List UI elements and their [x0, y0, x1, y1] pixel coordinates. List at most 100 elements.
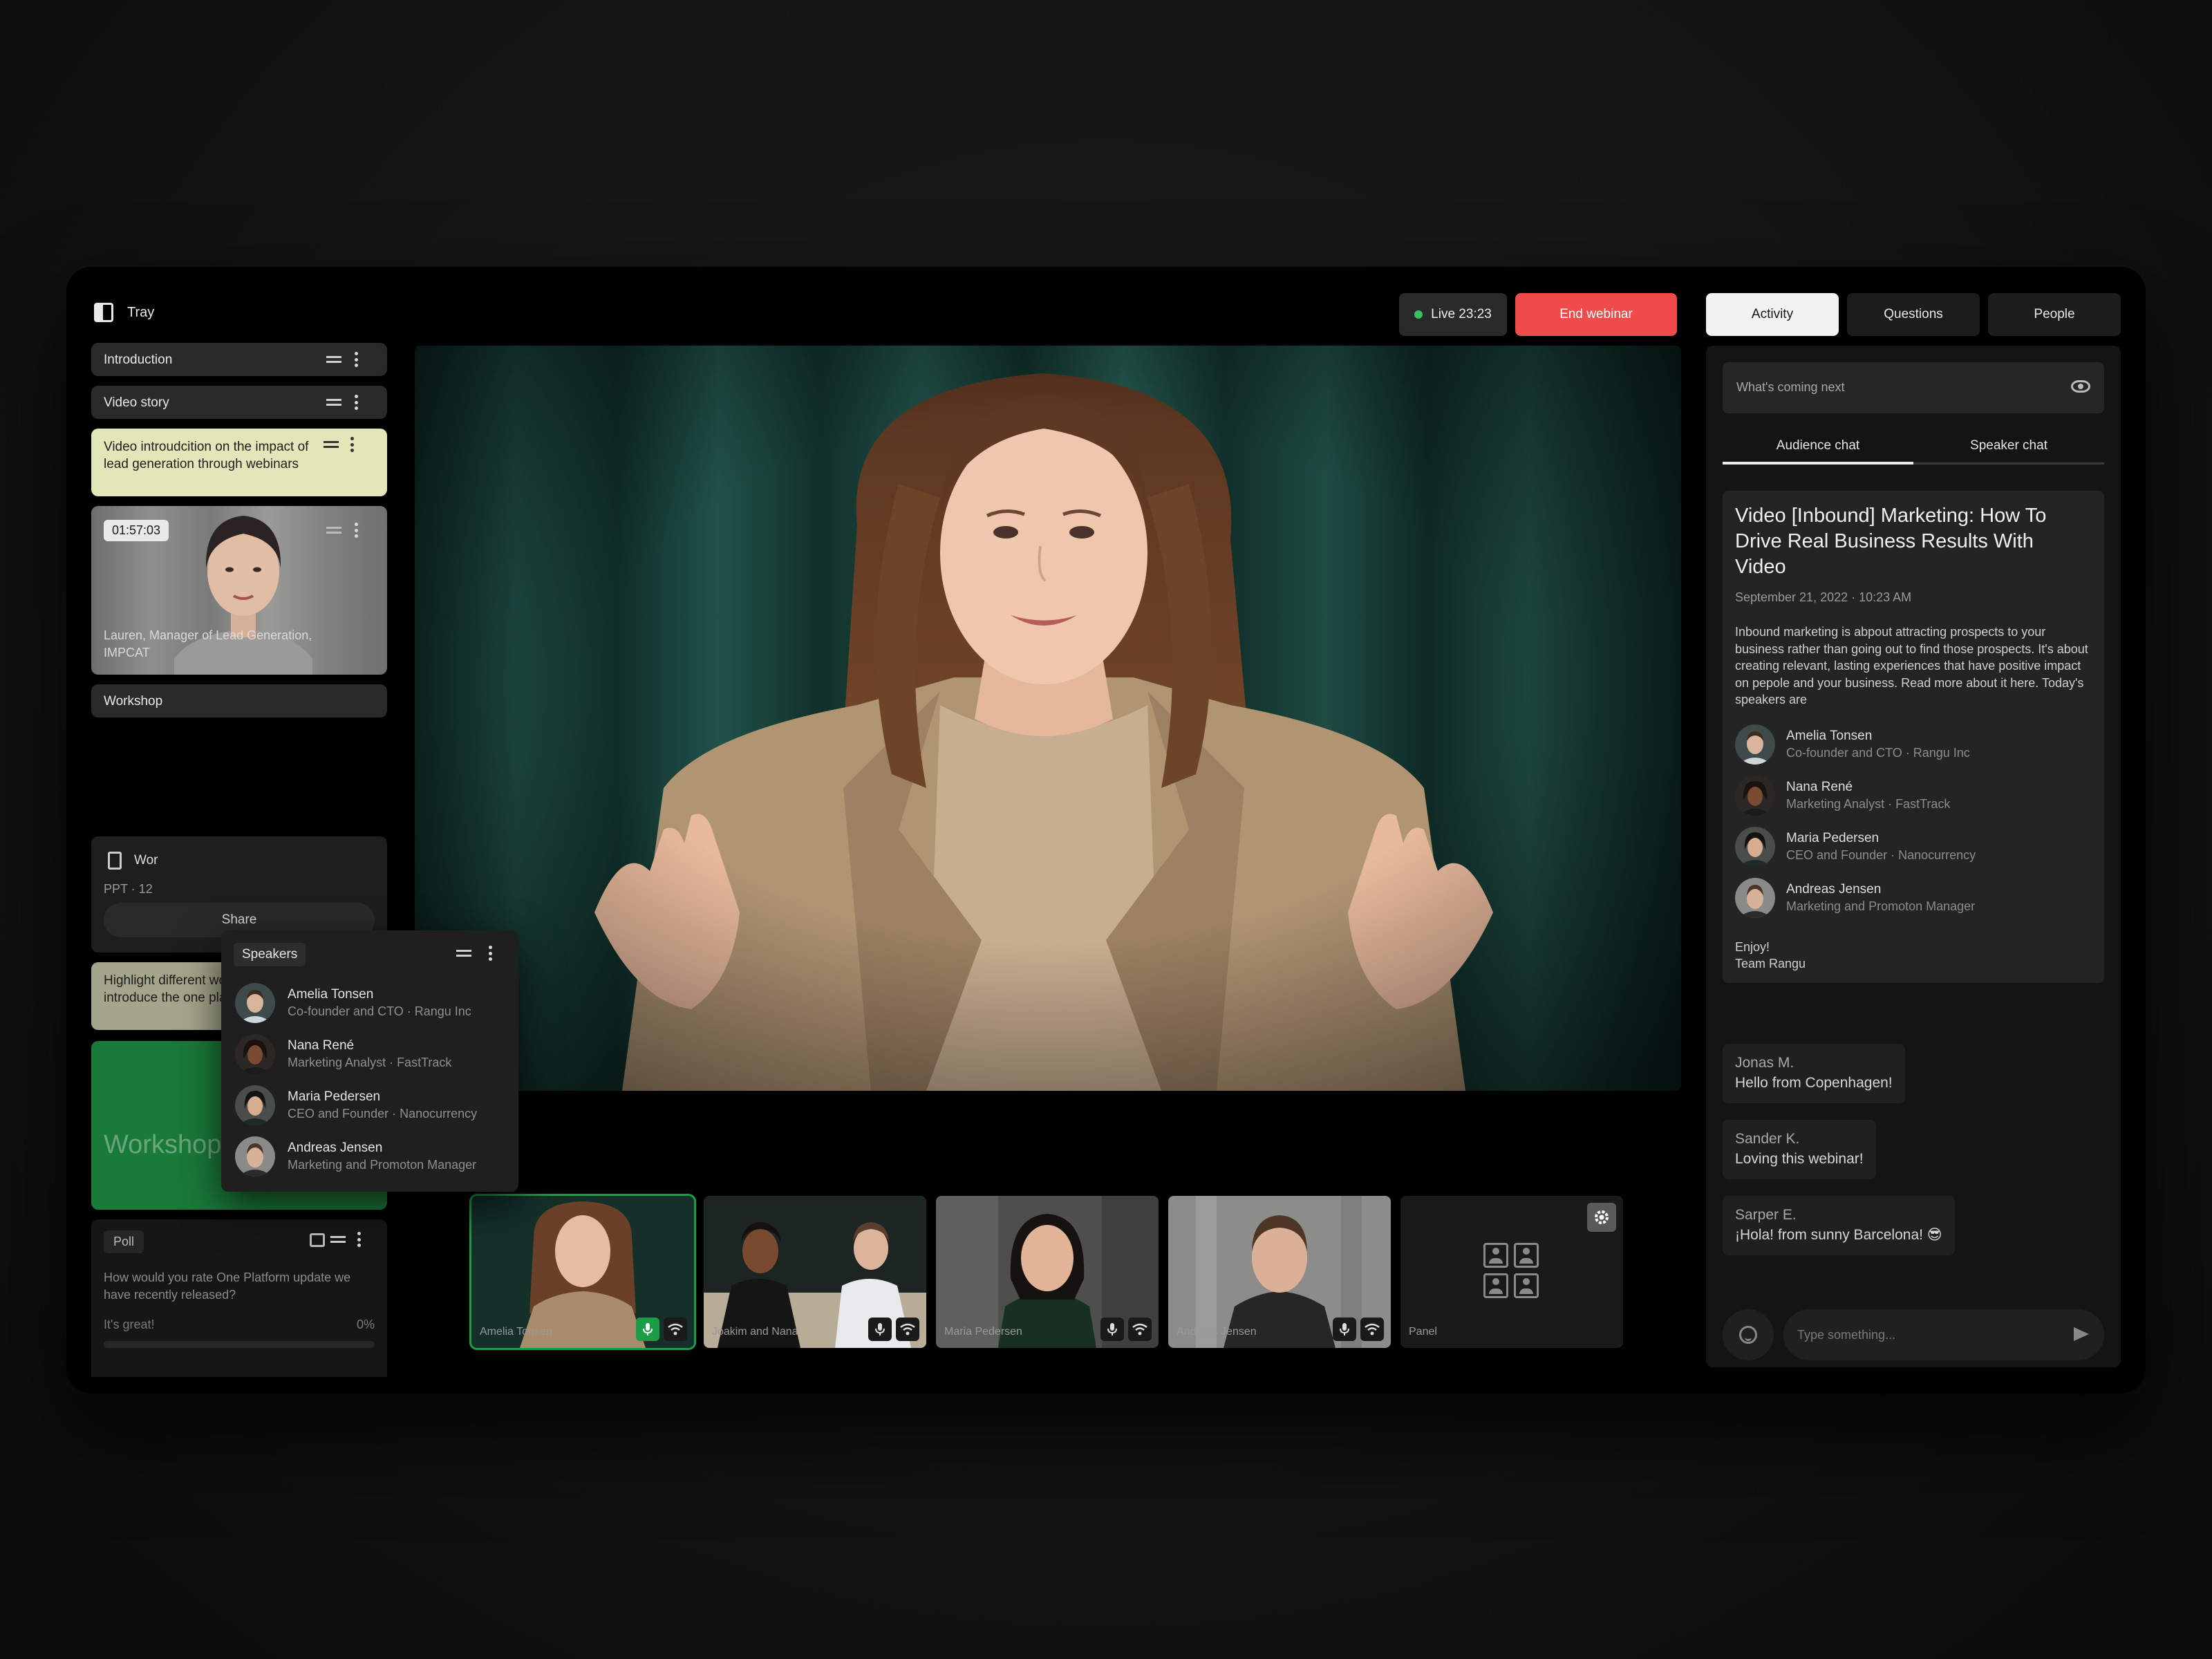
signoff-line: Enjoy!	[1735, 940, 1770, 954]
speaker-row: Amelia Tonsen Co-founder and CTO · Rangu …	[1735, 724, 1970, 765]
speaker-name: Nana René	[288, 1038, 355, 1053]
speakers-popup[interactable]: Speakers Amelia Tonsen Co-founder and CTO…	[221, 930, 518, 1192]
signal-icon	[896, 1318, 919, 1341]
drag-handle-icon[interactable]	[456, 950, 471, 957]
speaker-row[interactable]: Andreas Jensen Marketing and Promoton Man…	[235, 1136, 476, 1177]
agenda-item-note[interactable]: Video introudcition on the impact of lea…	[91, 429, 387, 496]
more-options-icon[interactable]	[354, 395, 358, 410]
live-indicator: Live 23:23	[1399, 293, 1507, 336]
poll-card[interactable]: Poll How would you rate One Platform upd…	[91, 1219, 387, 1377]
microphone-icon[interactable]	[868, 1318, 892, 1341]
webinar-signoff: Enjoy! Team Rangu	[1735, 939, 1806, 972]
chat-text: Loving this webinar!	[1735, 1151, 1864, 1167]
agenda-video-thumbnail[interactable]: 01:57:03 Lauren, Manager of Lead Generat…	[91, 506, 387, 675]
more-options-icon[interactable]	[357, 1232, 361, 1247]
participant-tile[interactable]: Andreas Jensen	[1168, 1196, 1391, 1348]
agenda-item-workshop[interactable]: Workshop	[91, 684, 387, 718]
speaker-name: Nana René	[1786, 780, 1853, 794]
participant-tile[interactable]: Joakim and Nana	[704, 1196, 926, 1348]
participant-strip: Amelia Tonsen Joakim and Nana Maria Pede…	[469, 1194, 1623, 1350]
drag-handle-icon[interactable]	[326, 356, 341, 363]
agenda-item-label: Workshop	[104, 694, 163, 709]
bar-chart-icon[interactable]	[310, 1233, 325, 1247]
poll-tag: Poll	[104, 1230, 144, 1253]
speaker-name: Andreas Jensen	[288, 1141, 383, 1155]
chat-text: ¡Hola! from sunny Barcelona! 😎	[1735, 1227, 1942, 1243]
whats-coming-next[interactable]: What's coming next	[1723, 362, 2104, 413]
speaker-role: Marketing Analyst · FastTrack	[1786, 797, 1951, 811]
speaker-name: Maria Pedersen	[1786, 831, 1880, 845]
tab-activity[interactable]: Activity	[1706, 293, 1839, 336]
gear-icon[interactable]	[1587, 1203, 1616, 1232]
speaker-name: Amelia Tonsen	[1786, 729, 1873, 743]
avatar	[1735, 878, 1775, 918]
more-options-icon[interactable]	[354, 523, 358, 538]
webinar-app: Tray Introduction Video story Video intr…	[66, 267, 2146, 1394]
sidebar-toggle-icon[interactable]	[94, 303, 113, 322]
file-name: Wor	[134, 853, 158, 868]
agenda-item-introduction[interactable]: Introduction	[91, 343, 387, 376]
video-caption: Lauren, Manager of Lead Generation, IMPC…	[104, 628, 312, 659]
participant-name: Maria Pedersen	[944, 1326, 1022, 1338]
speaker-row[interactable]: Maria Pedersen CEO and Founder · Nanocurr…	[235, 1085, 477, 1125]
more-options-icon[interactable]	[350, 437, 354, 452]
agenda-item-video-story[interactable]: Video story	[91, 386, 387, 419]
tab-questions[interactable]: Questions	[1847, 293, 1980, 336]
tab-people[interactable]: People	[1988, 293, 2121, 336]
tray-header[interactable]: Tray	[94, 303, 154, 322]
avatar	[235, 983, 275, 1023]
speaker-row: Andreas Jensen Marketing and Promoton Man…	[1735, 878, 1975, 918]
more-options-icon[interactable]	[354, 352, 358, 367]
poll-result-bar	[104, 1341, 375, 1348]
more-options-icon[interactable]	[488, 946, 492, 961]
chat-input[interactable]	[1783, 1309, 2104, 1360]
participant-controls	[636, 1318, 687, 1341]
speaker-row[interactable]: Amelia Tonsen Co-founder and CTO · Rangu …	[235, 983, 471, 1023]
webinar-info-card: Video [Inbound] Marketing: How To Drive …	[1723, 491, 2104, 983]
speaker-role: Co-founder and CTO · Rangu Inc	[288, 1004, 471, 1018]
speaker-row[interactable]: Nana René Marketing Analyst · FastTrack	[235, 1034, 451, 1074]
participant-name: Panel	[1409, 1326, 1437, 1338]
speaker-row: Nana René Marketing Analyst · FastTrack	[1735, 776, 1950, 816]
microphone-icon[interactable]	[1100, 1318, 1124, 1341]
agenda-tray: Introduction Video story Video introudci…	[91, 343, 387, 1377]
speaker-name: Andreas Jensen	[1786, 882, 1882, 897]
microphone-icon[interactable]	[1333, 1318, 1356, 1341]
document-icon	[108, 852, 122, 870]
end-webinar-button[interactable]: End webinar	[1515, 293, 1677, 336]
send-icon[interactable]	[2074, 1327, 2089, 1341]
tab-audience-chat[interactable]: Audience chat	[1723, 430, 1913, 465]
panel-tile[interactable]: Panel	[1400, 1196, 1623, 1348]
tab-speaker-chat[interactable]: Speaker chat	[1913, 430, 2104, 462]
chat-author: Jonas M.	[1735, 1055, 1794, 1071]
main-video-stage[interactable]	[415, 346, 1681, 1091]
webinar-title: Video [Inbound] Marketing: How To Drive …	[1735, 505, 2047, 578]
participant-controls	[1333, 1318, 1384, 1341]
video-timecode: 01:57:03	[104, 520, 169, 541]
eye-icon[interactable]	[2071, 380, 2090, 393]
poll-percent: 0%	[356, 1318, 375, 1331]
microphone-icon[interactable]	[636, 1318, 659, 1341]
tray-title: Tray	[127, 304, 155, 320]
poll-option[interactable]: It's great!	[104, 1318, 154, 1332]
avatar	[235, 1136, 275, 1177]
presenter-video	[415, 346, 1681, 1091]
live-label: Live 23:23	[1431, 307, 1492, 321]
participant-controls	[868, 1318, 919, 1341]
emoji-button[interactable]	[1723, 1309, 1774, 1360]
participant-tile[interactable]: Amelia Tonsen	[469, 1194, 696, 1350]
speaker-name: Maria Pedersen	[288, 1089, 381, 1104]
drag-handle-icon[interactable]	[326, 527, 341, 534]
drag-handle-icon[interactable]	[330, 1236, 346, 1243]
drag-handle-icon[interactable]	[324, 441, 339, 448]
smiley-icon	[1739, 1326, 1757, 1344]
chat-author: Sander K.	[1735, 1131, 1800, 1147]
chat-message: Sarper E. ¡Hola! from sunny Barcelona! 😎	[1723, 1196, 1955, 1255]
activity-panel: What's coming next Audience chat Speaker…	[1706, 346, 2121, 1367]
avatar	[1735, 776, 1775, 816]
chat-composer	[1723, 1309, 2104, 1360]
participant-tile[interactable]: Maria Pedersen	[936, 1196, 1159, 1348]
drag-handle-icon[interactable]	[326, 399, 341, 406]
avatar	[1735, 724, 1775, 765]
speaker-role: CEO and Founder · Nanocurrency	[1786, 848, 1976, 862]
